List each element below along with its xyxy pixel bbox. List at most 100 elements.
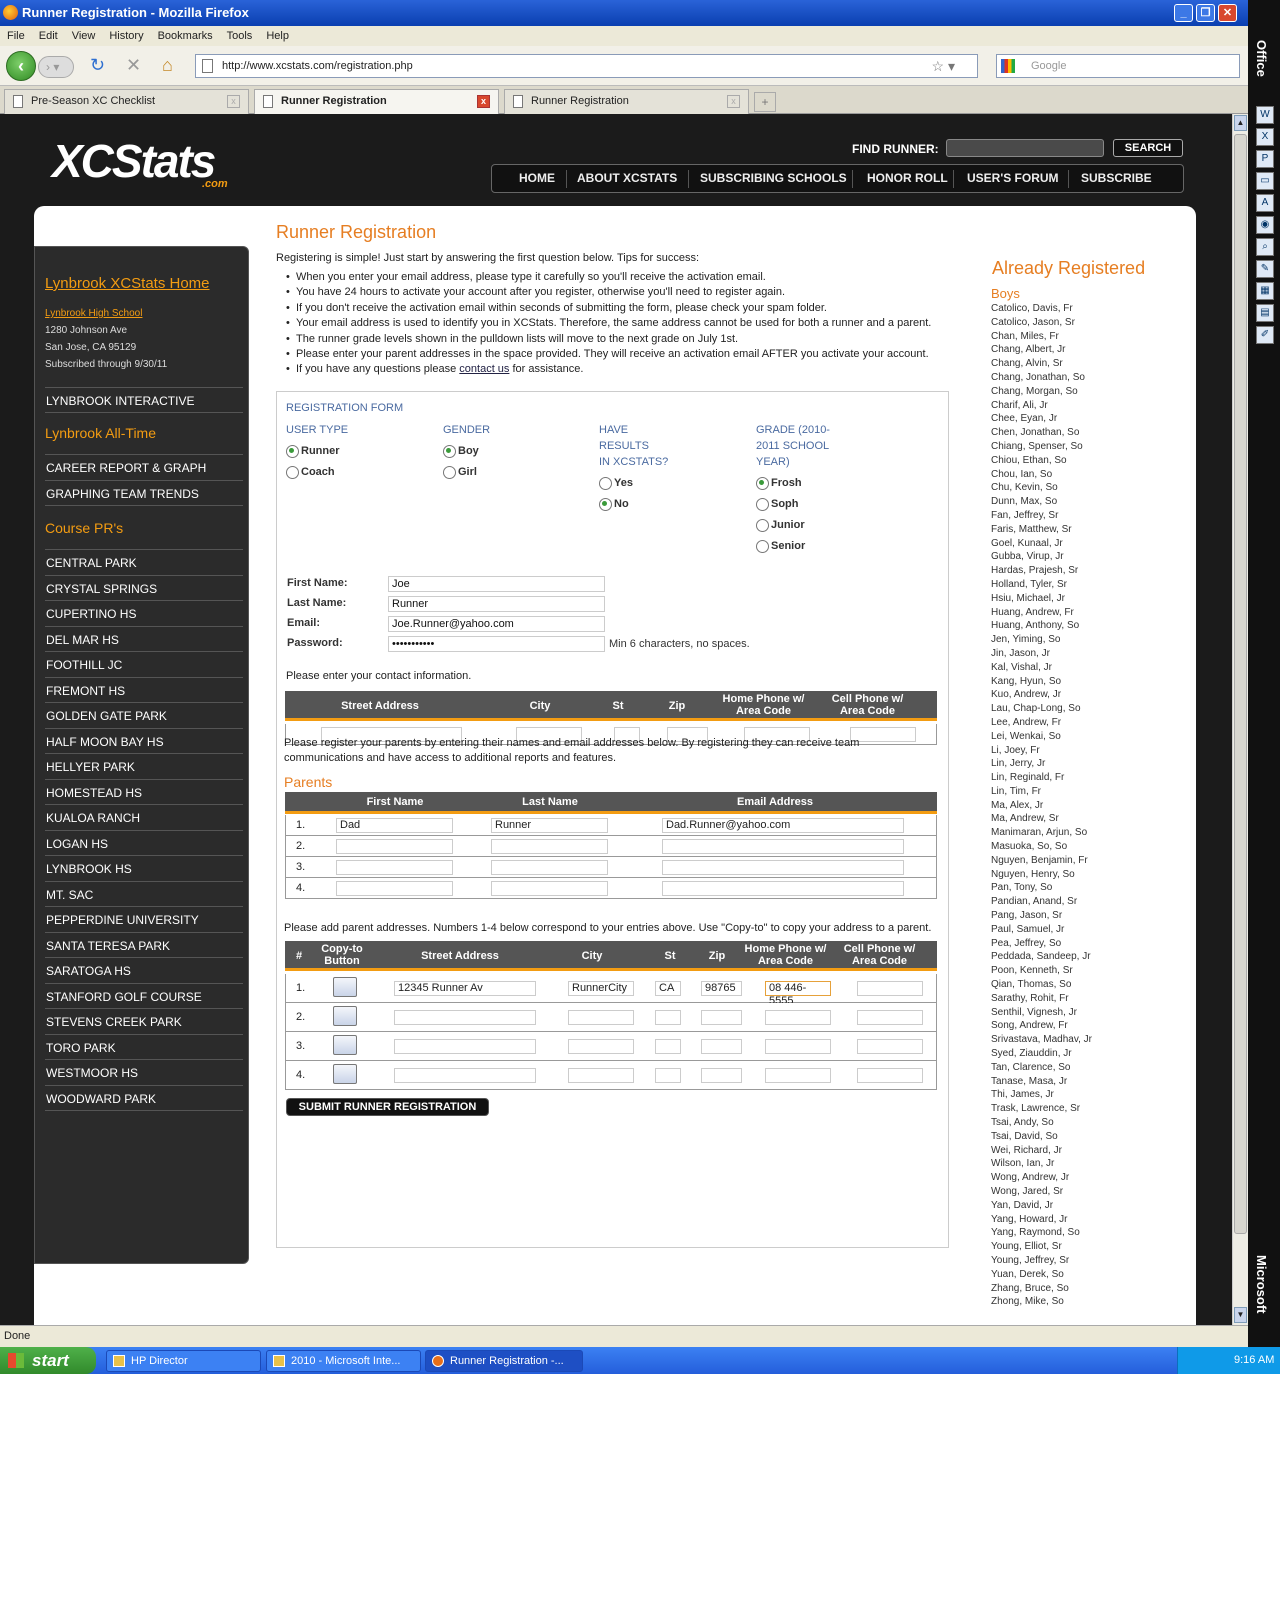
sidebar-item-course[interactable]: FREMONT HS (45, 676, 243, 703)
address-zip-input[interactable] (701, 1068, 742, 1083)
menu-bookmarks[interactable]: Bookmarks (151, 26, 220, 46)
address-cell-phone-input[interactable] (857, 981, 923, 996)
radio-soph[interactable]: Soph (756, 497, 799, 511)
nav-honor-roll[interactable]: HONOR ROLL (867, 165, 948, 192)
address-st-input[interactable] (655, 1068, 681, 1083)
radio-junior[interactable]: Junior (756, 518, 805, 532)
parent-first-name-input[interactable] (336, 839, 453, 854)
sidebar-item-course[interactable]: FOOTHILL JC (45, 651, 243, 677)
folder-icon[interactable]: ▭ (1256, 172, 1274, 190)
address-street-input[interactable] (394, 1039, 536, 1054)
find-runner-input[interactable] (946, 139, 1104, 157)
address-zip-input[interactable] (701, 1010, 742, 1025)
address-cell-phone-input[interactable] (857, 1068, 923, 1083)
scroll-thumb[interactable] (1234, 134, 1247, 1234)
sidebar-item-course[interactable]: WESTMOOR HS (45, 1059, 243, 1085)
radio-coach[interactable]: Coach (286, 465, 335, 479)
parent-email-input[interactable]: Dad.Runner@yahoo.com (662, 818, 904, 833)
address-street-input[interactable]: 12345 Runner Av (394, 981, 536, 996)
sidebar-item-course[interactable]: GOLDEN GATE PARK (45, 702, 243, 728)
sidebar-item-course[interactable]: WOODWARD PARK (45, 1084, 243, 1111)
parent-email-input[interactable] (662, 839, 904, 854)
search-bar[interactable]: Google (996, 54, 1240, 78)
contact-us-link[interactable]: contact us (459, 363, 509, 375)
sidebar-item-course[interactable]: LOGAN HS (45, 829, 243, 856)
address-cell-phone-input[interactable] (857, 1039, 923, 1054)
scroll-down-icon[interactable]: ▼ (1234, 1307, 1247, 1323)
sidebar-item-career-report[interactable]: CAREER REPORT & GRAPH (45, 454, 243, 480)
copy-to-button[interactable] (333, 1006, 357, 1026)
parent-first-name-input[interactable] (336, 860, 453, 875)
menu-file[interactable]: File (0, 26, 32, 46)
note-icon[interactable]: ✎ (1256, 260, 1274, 278)
nav-subscribing-schools[interactable]: SUBSCRIBING SCHOOLS (700, 165, 847, 192)
sidebar-home-link[interactable]: Lynbrook XCStats Home (45, 275, 243, 292)
address-home-phone-input[interactable] (765, 1010, 831, 1025)
nav-home[interactable]: HOME (519, 165, 555, 192)
calendar-icon[interactable]: ▦ (1256, 282, 1274, 300)
sidebar-item-course[interactable]: CUPERTINO HS (45, 600, 243, 626)
tab-pre-season[interactable]: Pre-Season XC Checklist x (4, 89, 249, 114)
parent-first-name-input[interactable]: Dad (336, 818, 453, 833)
password-input[interactable]: ••••••••••• (388, 636, 605, 652)
menu-edit[interactable]: Edit (32, 26, 65, 46)
tab-close-icon[interactable]: x (477, 95, 490, 108)
address-city-input[interactable]: RunnerCity (568, 981, 634, 996)
sidebar-item-course[interactable]: HALF MOON BAY HS (45, 727, 243, 754)
radio-runner[interactable]: Runner (286, 444, 340, 458)
sidebar-item-course[interactable]: SARATOGA HS (45, 957, 243, 983)
sidebar-item-course[interactable]: SANTA TERESA PARK (45, 931, 243, 958)
sidebar-item-course[interactable]: KUALOA RANCH (45, 804, 243, 830)
edit-icon[interactable]: ✐ (1256, 326, 1274, 344)
school-link[interactable]: Lynbrook High School (45, 305, 243, 322)
url-bar[interactable]: http://www.xcstats.com/registration.php … (195, 54, 978, 78)
submit-registration-button[interactable]: SUBMIT RUNNER REGISTRATION (286, 1098, 489, 1116)
restore-button[interactable]: ❐ (1196, 4, 1215, 22)
radio-senior[interactable]: Senior (756, 539, 805, 553)
close-window-button[interactable]: ✕ (1218, 4, 1237, 22)
last-name-input[interactable]: Runner (388, 596, 605, 612)
task-explorer-folder[interactable]: 2010 - Microsoft Inte... (266, 1350, 421, 1372)
radio-boy[interactable]: Boy (443, 444, 479, 458)
address-city-input[interactable] (568, 1010, 634, 1025)
stop-icon[interactable]: ✕ (126, 55, 141, 76)
sidebar-item-course[interactable]: CENTRAL PARK (45, 549, 243, 575)
radio-results-no[interactable]: No (599, 497, 629, 511)
menu-tools[interactable]: Tools (220, 26, 260, 46)
task-hp-director[interactable]: HP Director (106, 1350, 261, 1372)
vertical-scrollbar[interactable]: ▲ ▼ (1232, 114, 1248, 1325)
sidebar-item-course[interactable]: HOMESTEAD HS (45, 778, 243, 805)
parent-last-name-input[interactable] (491, 839, 608, 854)
sidebar-item-course[interactable]: MT. SAC (45, 880, 243, 907)
parent-email-input[interactable] (662, 881, 904, 896)
parent-email-input[interactable] (662, 860, 904, 875)
menu-help[interactable]: Help (259, 26, 296, 46)
search-button[interactable]: SEARCH (1113, 139, 1183, 157)
scroll-up-icon[interactable]: ▲ (1234, 115, 1247, 131)
sidebar-item-course[interactable]: STANFORD GOLF COURSE (45, 982, 243, 1009)
tab-close-icon[interactable]: x (227, 95, 240, 108)
address-zip-input[interactable]: 98765 (701, 981, 742, 996)
address-st-input[interactable]: CA (655, 981, 681, 996)
new-tab-button[interactable]: + (754, 92, 776, 112)
email-input[interactable]: Joe.Runner@yahoo.com (388, 616, 605, 632)
word-icon[interactable]: W (1256, 106, 1274, 124)
address-home-phone-input[interactable] (765, 1068, 831, 1083)
internet-icon[interactable]: ◉ (1256, 216, 1274, 234)
copy-to-button[interactable] (333, 1035, 357, 1055)
radio-girl[interactable]: Girl (443, 465, 477, 479)
copy-to-button[interactable] (333, 1064, 357, 1084)
sidebar-item-course[interactable]: TORO PARK (45, 1033, 243, 1060)
sidebar-item-course[interactable]: CRYSTAL SPRINGS (45, 574, 243, 601)
sidebar-item-graphing[interactable]: GRAPHING TEAM TRENDS (45, 480, 243, 506)
access-icon[interactable]: A (1256, 194, 1274, 212)
address-st-input[interactable] (655, 1010, 681, 1025)
nav-about[interactable]: ABOUT XCSTATS (577, 165, 677, 192)
sidebar-item-course[interactable]: HELLYER PARK (45, 753, 243, 779)
tab-runner-registration-active[interactable]: Runner Registration x (254, 89, 499, 114)
address-st-input[interactable] (655, 1039, 681, 1054)
radio-frosh[interactable]: Frosh (756, 476, 802, 490)
address-cell-phone-input[interactable] (857, 1010, 923, 1025)
radio-results-yes[interactable]: Yes (599, 476, 633, 490)
excel-icon[interactable]: X (1256, 128, 1274, 146)
